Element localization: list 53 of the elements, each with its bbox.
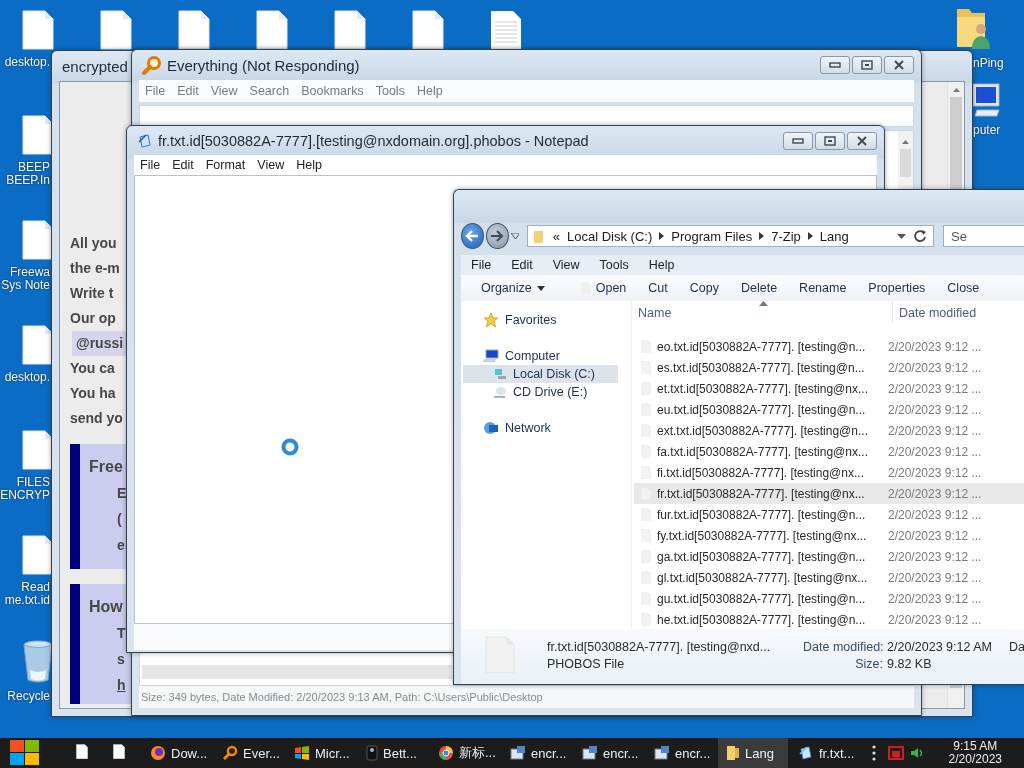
file-name: et.txt.id[5030882A-7777]. [testing@nx... xyxy=(657,381,868,396)
file-name: fa.txt.id[5030882A-7777]. [testing@nx... xyxy=(657,444,868,459)
box-text: s xyxy=(117,650,125,669)
note-text: send yo xyxy=(70,409,123,428)
file-name: he.txt.id[5030882A-7777]. [testing@n... xyxy=(657,612,866,627)
highlighted-text: @russi xyxy=(72,331,128,356)
file-name: fi.txt.id[5030882A-7777]. [testing@nx... xyxy=(657,465,864,480)
file-date: 2/20/2023 9:12 ... xyxy=(887,528,982,543)
note-text: the e-m xyxy=(70,259,120,278)
note-text: All you xyxy=(70,234,117,253)
file-name: eu.txt.id[5030882A-7777]. [testing@n... xyxy=(657,402,866,417)
file-date: 2/20/2023 9:12 ... xyxy=(887,612,982,627)
status-text: Size: 349 bytes, Date Modified: 2/20/2023 9:13 AM, Path: C:\Users\Public\Desktop xyxy=(141,691,543,703)
detail-type: PHOBOS File xyxy=(547,656,626,673)
window-title: fr.txt.id[5030882A-7777].[testing@nxdomain.org].phobos - Notepad xyxy=(158,132,589,149)
detail-label: Size: xyxy=(854,656,883,673)
box-heading: Free xyxy=(89,457,123,477)
detail-value: 2/20/2023 9:12 AM xyxy=(887,639,993,656)
box-heading: How xyxy=(89,597,123,617)
file-date: 2/20/2023 9:12 ... xyxy=(887,486,982,501)
file-date: 2/20/2023 9:12 ... xyxy=(887,570,982,585)
detail-label: Date modified: xyxy=(803,639,883,656)
window-title: Everything (Not Responding) xyxy=(167,56,360,74)
file-name: gl.txt.id[5030882A-7777]. [testing@nx... xyxy=(657,570,868,585)
detail-value: 9.82 KB xyxy=(887,656,933,673)
file-date: 2/20/2023 9:12 ... xyxy=(887,507,982,522)
file-date: 2/20/2023 9:12 ... xyxy=(887,381,982,396)
file-date: 2/20/2023 9:12 ... xyxy=(887,423,982,438)
file-date: 2/20/2023 9:12 ... xyxy=(887,465,982,480)
file-name: fur.txt.id[5030882A-7777]. [testing@n... xyxy=(657,507,866,522)
box-text: ( xyxy=(117,510,122,529)
note-text: You ha xyxy=(70,384,116,403)
file-date: 2/20/2023 9:12 ... xyxy=(887,339,982,354)
box-text: T xyxy=(117,624,126,643)
file-name: ext.txt.id[5030882A-7777]. [testing@n... xyxy=(657,423,868,438)
note-text: Our op xyxy=(70,309,116,328)
file-date: 2/20/2023 9:12 ... xyxy=(887,402,982,417)
file-name: es.txt.id[5030882A-7777]. [testing@n... xyxy=(657,360,865,375)
file-date: 2/20/2023 9:12 ... xyxy=(887,444,982,459)
file-date: 2/20/2023 9:12 ... xyxy=(887,591,982,606)
window-title: encrypted xyxy=(62,57,128,75)
box-text: E xyxy=(117,484,127,503)
file-name: gu.txt.id[5030882A-7777]. [testing@n... xyxy=(657,591,866,606)
file-date: 2/20/2023 9:12 ... xyxy=(887,549,982,564)
box-text: e xyxy=(117,536,125,555)
file-name: fr.txt.id[5030882A-7777]. [testing@nx... xyxy=(657,486,865,501)
file-date: 2/20/2023 9:12 ... xyxy=(887,360,982,375)
note-text: Write t xyxy=(70,284,114,303)
note-text: You ca xyxy=(70,359,115,378)
file-name: fy.txt.id[5030882A-7777]. [testing@nx... xyxy=(657,528,867,543)
file-name: ga.txt.id[5030882A-7777]. [testing@n... xyxy=(657,549,866,564)
file-name: eo.txt.id[5030882A-7777]. [testing@n... xyxy=(657,339,866,354)
detail-name: fr.txt.id[5030882A-7777]. [testing@nxd... xyxy=(547,639,772,656)
